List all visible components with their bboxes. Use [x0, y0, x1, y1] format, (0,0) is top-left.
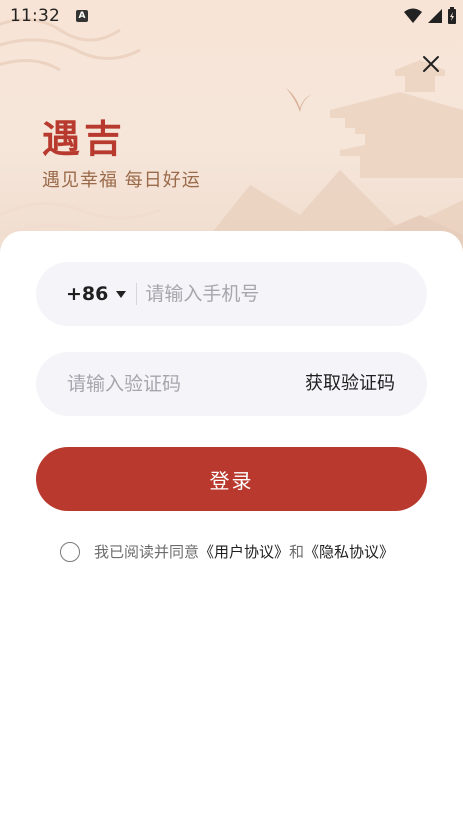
- app-slogan: 遇见幸福 每日好运: [42, 170, 201, 191]
- country-code: +86: [66, 283, 109, 305]
- status-bar: 11:32 A: [0, 0, 463, 32]
- agreement-row: 我已阅读并同意《用户协议》和《隐私协议》: [60, 541, 394, 562]
- agreement-text: 我已阅读并同意《用户协议》和《隐私协议》: [94, 541, 394, 562]
- login-card: +86 获取验证码 登录 我已阅读并同意《用户协议》和《隐私协议》: [0, 231, 463, 824]
- notification-badge: A: [76, 10, 88, 22]
- agreement-prefix: 我已阅读并同意: [94, 543, 200, 561]
- status-time: 11:32: [10, 6, 60, 26]
- user-agreement-link[interactable]: 《用户协议》: [199, 543, 289, 561]
- get-code-button[interactable]: 获取验证码: [305, 352, 395, 416]
- agreement-conjunction: 和: [289, 543, 305, 561]
- close-button[interactable]: [417, 50, 445, 78]
- close-icon: [423, 56, 439, 72]
- phone-input[interactable]: [145, 283, 406, 305]
- wifi-icon: [404, 8, 422, 23]
- hero-banner: 11:32 A 遇吉 遇见幸福 每日好运: [0, 0, 463, 260]
- battery-charging-icon: [448, 7, 456, 24]
- phone-field: +86: [36, 262, 427, 326]
- divider: [136, 283, 138, 305]
- caret-down-icon: [116, 290, 127, 298]
- app-title: 遇吉: [42, 116, 127, 161]
- cellular-icon: [428, 9, 442, 23]
- status-icons: [403, 7, 457, 25]
- login-button[interactable]: 登录: [36, 447, 427, 511]
- verification-code-field: 获取验证码: [36, 352, 427, 416]
- agreement-checkbox[interactable]: [60, 541, 80, 562]
- privacy-policy-link[interactable]: 《隐私协议》: [304, 543, 394, 561]
- country-code-selector[interactable]: +86: [36, 283, 127, 305]
- verification-code-input[interactable]: [67, 373, 287, 395]
